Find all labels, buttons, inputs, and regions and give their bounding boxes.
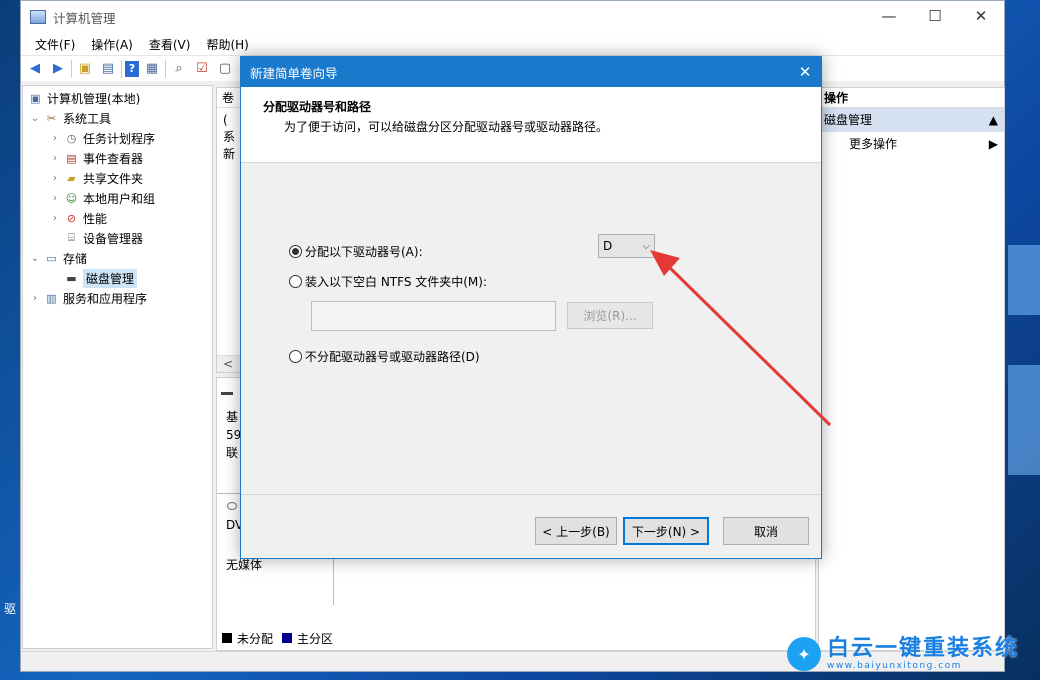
watermark: ✦ 白云一键重装系统 www.baiyunxitong.com (787, 634, 1037, 674)
watermark-url: www.baiyunxitong.com (827, 661, 962, 671)
arrow-shaft (662, 260, 832, 427)
annotation-arrow (650, 250, 832, 427)
bird-logo-icon: ✦ (787, 637, 821, 671)
watermark-title: 白云一键重装系统 (827, 636, 1020, 661)
